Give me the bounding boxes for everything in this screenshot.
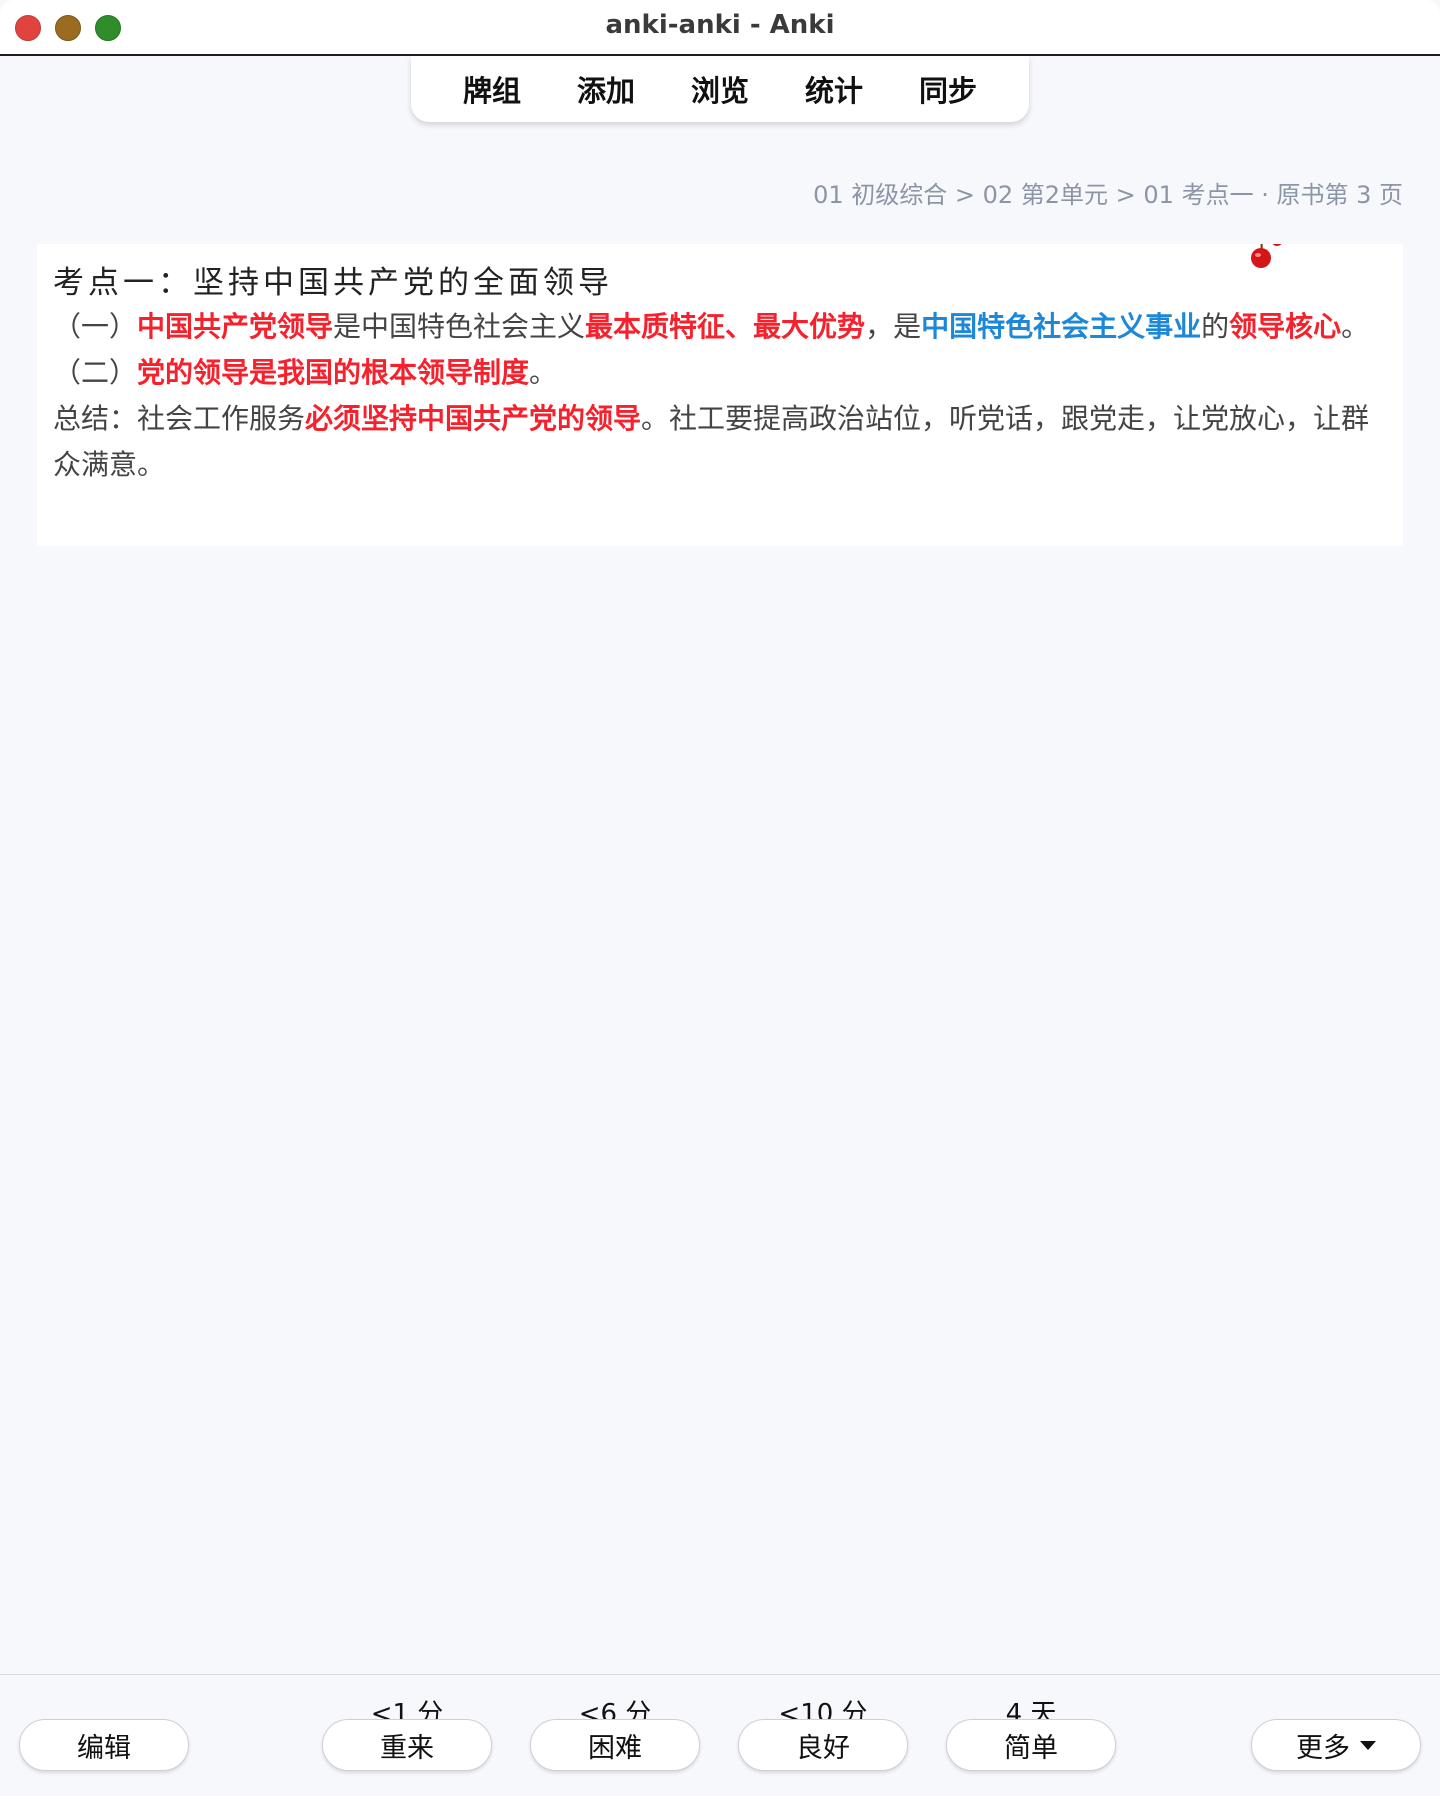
text-run: （二） <box>53 356 138 389</box>
tab-add[interactable]: 添加 <box>567 64 645 114</box>
title-bar: anki-anki - Anki <box>0 0 1440 56</box>
text-run: （一） <box>53 310 138 343</box>
highlight-red: 中国共产党领导 <box>137 310 334 343</box>
highlight-red: 最本质特征、最大优势 <box>585 310 866 343</box>
highlight-red: 党的领导是我国的根本领导制度 <box>137 356 530 389</box>
answer-bar: 编辑 <1 分 重来 <6 分 困难 <10 分 良好 4 天 简单 更多 <box>0 1674 1440 1796</box>
chevron-down-icon <box>1360 1740 1376 1750</box>
tab-decks[interactable]: 牌组 <box>453 64 531 114</box>
tab-stats[interactable]: 统计 <box>795 64 873 114</box>
red-cherry-icon <box>1251 244 1282 268</box>
text-run: 。 <box>1341 310 1370 343</box>
text-run: ，是 <box>865 310 922 343</box>
again-button[interactable]: 重来 <box>322 1719 492 1771</box>
deck-breadcrumb: 01 初级综合 > 02 第2单元 > 01 考点一 · 原书第 3 页 <box>813 181 1403 209</box>
text-run: 。 <box>529 356 558 389</box>
highlight-blue: 中国特色社会主义事业 <box>921 310 1202 343</box>
card-content: 考点一：坚持中国共产党的全面领导 （一）中国共产党领导是中国特色社会主义最本质特… <box>37 244 1403 546</box>
easy-button[interactable]: 简单 <box>946 1719 1116 1771</box>
card-paragraph-1: （一）中国共产党领导是中国特色社会主义最本质特征、最大优势，是中国特色社会主义事… <box>53 304 1387 350</box>
good-button[interactable]: 良好 <box>738 1719 908 1771</box>
card-paragraph-2: （二）党的领导是我国的根本领导制度。 <box>53 350 1387 396</box>
more-button[interactable]: 更多 <box>1251 1719 1421 1771</box>
card-paragraph-3: 总结：社会工作服务必须坚持中国共产党的领导。社工要提高政治站位，听党话，跟党走，… <box>53 396 1387 488</box>
hard-button[interactable]: 困难 <box>530 1719 700 1771</box>
window-title: anki-anki - Anki <box>605 10 835 40</box>
highlight-red: 必须坚持中国共产党的领导 <box>305 402 642 435</box>
text-run: 的 <box>1201 310 1230 343</box>
text-run: 总结：社会工作服务 <box>53 402 306 435</box>
highlight-red: 领导核心 <box>1229 310 1342 343</box>
text-run: 是中国特色社会主义 <box>333 310 586 343</box>
edit-button[interactable]: 编辑 <box>19 1719 189 1771</box>
more-label: 更多 <box>1296 1732 1350 1764</box>
card-heading: 考点一：坚持中国共产党的全面领导 <box>53 265 613 301</box>
tab-sync[interactable]: 同步 <box>909 64 987 114</box>
tab-browse[interactable]: 浏览 <box>681 64 759 114</box>
main-toolbar: 牌组 添加 浏览 统计 同步 <box>411 56 1029 122</box>
anki-window: anki-anki - Anki 牌组 添加 浏览 统计 同步 01 初级综合 … <box>0 0 1440 1796</box>
